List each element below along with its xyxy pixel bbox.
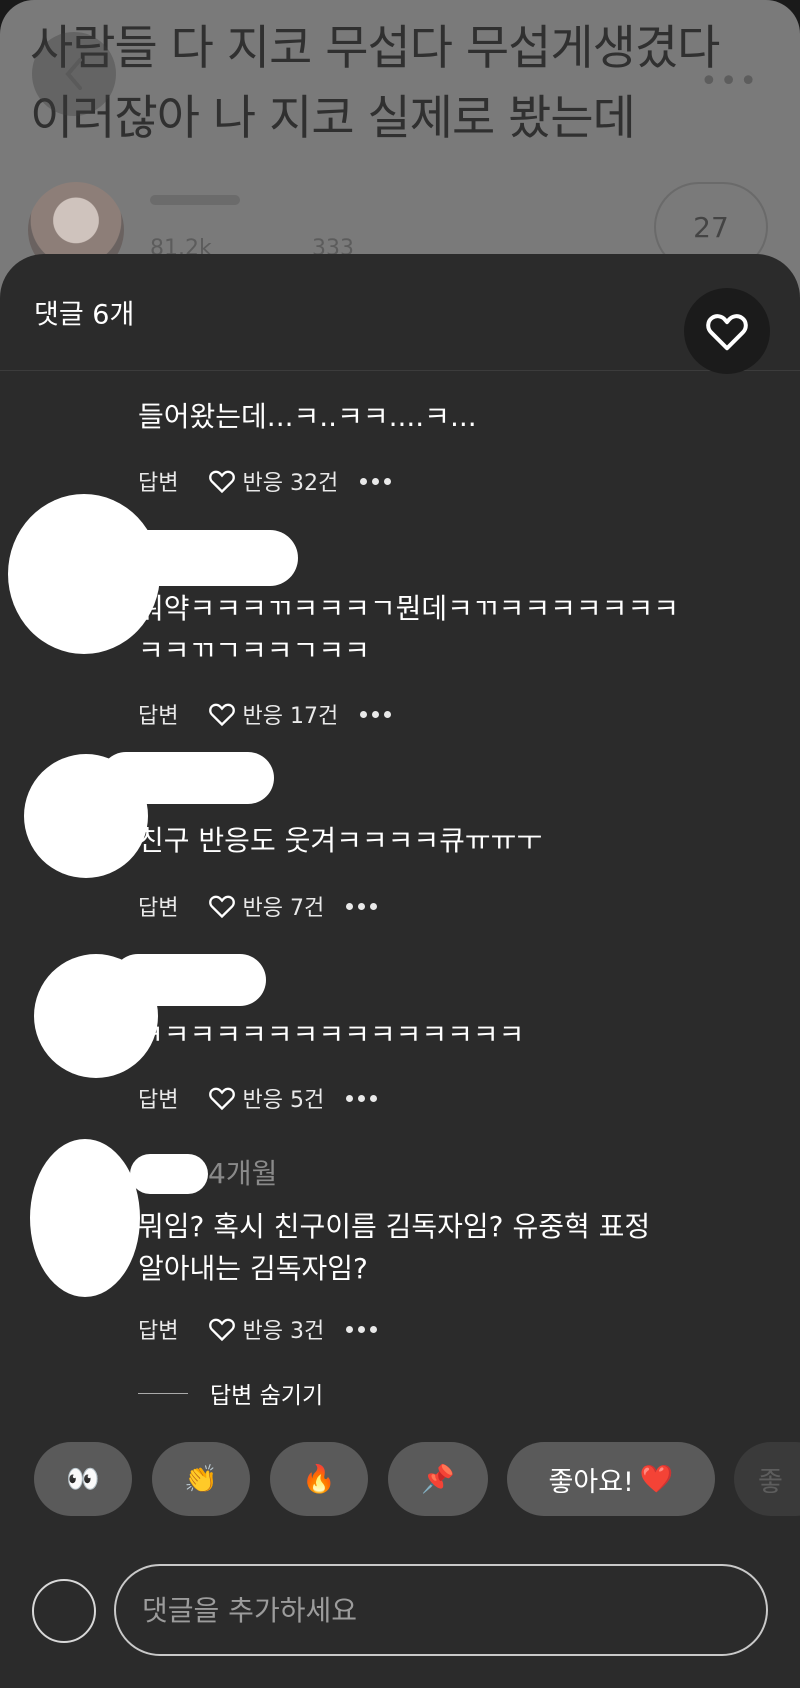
- post-title: 사람들 다 지코 무섭다 무섭게생겼다 이러잖아 나 지코 실제로 봤는데: [30, 21, 720, 146]
- divider-line: [138, 1392, 188, 1394]
- comment-text: 들어왔는데...ㅋ..ㅋㅋ....ㅋ...: [138, 400, 477, 433]
- comment-text-line2: ㅋㅋㄲㄱㅋㅋㄱㅋㅋ: [138, 634, 370, 667]
- heart-outline-icon: [209, 470, 236, 494]
- redacted-avatar: [30, 1139, 140, 1297]
- chip-label: 좋: [758, 1466, 783, 1498]
- heart-outline-icon: [209, 895, 236, 919]
- reply-button[interactable]: 답변: [138, 1082, 178, 1114]
- comments-sheet: 댓글 6개 들어왔는데...ㅋ..ㅋㅋ....ㅋ... 답변 반응 32건 뭐약…: [0, 254, 800, 1688]
- more-icon[interactable]: •••: [700, 64, 759, 99]
- comment-text: 친구 반응도 웃겨ㅋㅋㅋㅋ큐ㅠㅠㅜ: [138, 824, 543, 857]
- hide-replies-button[interactable]: 답변 숨기기: [138, 1378, 324, 1409]
- redacted-username: [130, 1154, 208, 1194]
- heart-icon: [706, 314, 748, 351]
- reaction-button[interactable]: 반응 17건: [208, 698, 338, 730]
- reaction-chip-more[interactable]: 좋: [734, 1442, 800, 1516]
- reaction-chip-clap[interactable]: 👏: [152, 1442, 250, 1516]
- comment-text: ㅋㅋㅋㅋㅋㅋㅋㅋㅋㅋㅋㅋㅋㅋㅋ: [138, 1018, 525, 1051]
- redacted-username: [120, 530, 298, 586]
- sheet-title: 댓글 6개: [34, 299, 135, 331]
- back-button[interactable]: [32, 32, 116, 116]
- reply-button[interactable]: 답변: [138, 698, 178, 730]
- reaction-chip-pin[interactable]: 📌: [388, 1442, 488, 1516]
- comment-text-line2: 알아내는 김독자임?: [138, 1252, 368, 1285]
- reaction-count: 반응 17건: [242, 704, 339, 729]
- comment-actions: 답변 반응 5건: [138, 1078, 378, 1118]
- reaction-chip-fire[interactable]: 🔥: [270, 1442, 368, 1516]
- comment-text-line1: 뭐약ㅋㅋㅋㄲㅋㅋㅋㄱ뭔데ㅋㄲㅋㅋㅋㅋㅋㅋㅋ: [138, 592, 679, 625]
- reaction-button[interactable]: 반응 32건: [208, 465, 338, 497]
- redacted-username: [100, 752, 274, 804]
- author-name-placeholder: [150, 195, 240, 205]
- more-options-icon[interactable]: [360, 477, 392, 485]
- red-heart-icon: ❤️: [639, 1464, 674, 1495]
- more-options-icon[interactable]: [346, 1325, 378, 1333]
- reply-button[interactable]: 답변: [138, 890, 178, 922]
- comment-timestamp: 4개월: [208, 1157, 278, 1190]
- reaction-count: 반응 7건: [242, 896, 325, 921]
- reply-button[interactable]: 답변: [138, 465, 178, 497]
- comment-input[interactable]: [114, 1564, 768, 1656]
- comment-actions: 답변 반응 32건: [138, 461, 392, 501]
- more-options-icon[interactable]: [346, 902, 378, 910]
- reaction-chip-like[interactable]: 좋아요! ❤️: [507, 1442, 715, 1516]
- hide-replies-label: 답변 숨기기: [210, 1383, 324, 1409]
- comment-text-line1: 뭐임? 혹시 친구이름 김독자임? 유중혁 표정: [138, 1210, 651, 1243]
- reply-button[interactable]: 답변: [138, 1313, 178, 1345]
- more-options-icon[interactable]: [360, 710, 392, 718]
- reaction-button[interactable]: 반응 3건: [208, 1313, 324, 1345]
- clap-icon: 👏: [184, 1464, 218, 1495]
- redacted-username: [112, 954, 266, 1006]
- eyes-icon: 👀: [66, 1464, 100, 1495]
- reaction-count: 반응 32건: [242, 471, 339, 496]
- comment-actions: 답변 반응 7건: [138, 886, 378, 926]
- heart-outline-icon: [209, 703, 236, 727]
- more-options-icon[interactable]: [346, 1094, 378, 1102]
- heart-outline-icon: [209, 1087, 236, 1111]
- pushpin-icon: 📌: [421, 1464, 455, 1495]
- reaction-count: 반응 3건: [242, 1319, 325, 1344]
- comment-actions: 답변 반응 17건: [138, 694, 392, 734]
- reaction-button[interactable]: 반응 7건: [208, 890, 324, 922]
- fire-icon: 🔥: [302, 1464, 336, 1495]
- reaction-button[interactable]: 반응 5건: [208, 1082, 324, 1114]
- like-post-button[interactable]: [684, 288, 770, 374]
- user-avatar: [32, 1579, 96, 1643]
- reaction-chip-eyes[interactable]: 👀: [34, 1442, 132, 1516]
- sheet-header: 댓글 6개: [0, 254, 800, 374]
- heart-outline-icon: [209, 1318, 236, 1342]
- comment-actions: 답변 반응 3건: [138, 1309, 378, 1349]
- reaction-count: 반응 5건: [242, 1088, 325, 1113]
- chevron-left-icon: [65, 58, 82, 90]
- like-label: 좋아요!: [548, 1466, 634, 1498]
